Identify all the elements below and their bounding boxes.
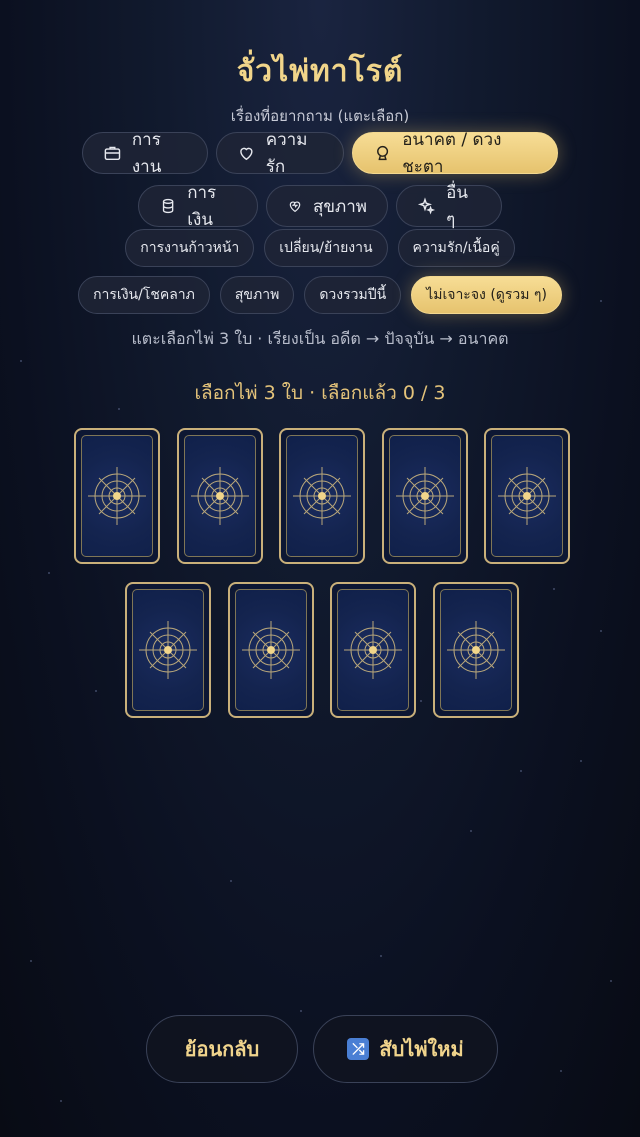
topic-health-button[interactable]: สุขภาพ [266,185,388,227]
star-dot [553,588,555,590]
tarot-card[interactable] [382,428,468,564]
topic-love-button[interactable]: ความรัก [216,130,344,177]
star-dot [230,880,232,882]
card-emblem-icon [242,621,300,679]
subtopic-love-soulmate[interactable]: ความรัก/เนื้อคู่ [397,229,515,267]
subtopic-change-job[interactable]: เปลี่ยน/ย้ายงาน [264,229,388,267]
tarot-card[interactable] [484,428,570,564]
topic-health-label: สุขภาพ [313,196,367,217]
briefcase-icon [104,146,121,160]
subtopic-label: ดวงรวมปีนี้ [319,287,387,303]
star-dot [560,1070,562,1072]
star-dot [30,960,32,962]
tarot-card[interactable] [228,582,314,718]
star-dot [48,572,50,574]
topic-prompt: เรื่องที่อยากถาม (แตะเลือก) [230,107,410,125]
star-dot [60,1100,62,1102]
star-dot [610,980,612,982]
page-title: จั่วไพ่ทาโรต์ [236,54,404,89]
star-dot [420,700,422,702]
back-button-label: ย้อนกลับ [184,1037,260,1061]
topic-future-label: อนาคต / ดวงชะตา [402,130,502,177]
topic-work-label: การงาน [131,130,162,177]
back-button[interactable]: ย้อนกลับ [146,1015,298,1083]
crystal-ball-icon [377,145,389,161]
topic-money-label: การเงิน [187,183,217,230]
subtopic-label: ความรัก/เนื้อคู่ [412,240,500,256]
topic-future-button[interactable]: อนาคต / ดวงชะตา [352,130,558,177]
subtopic-label: ไม่เจาะจง (ดูรวม ๆ) [426,287,547,303]
heart-pulse-icon [289,201,301,213]
topic-other-button[interactable]: อื่น ๆ [396,183,502,230]
topic-other-label: อื่น ๆ [446,183,468,230]
tarot-card[interactable] [433,582,519,718]
subtopic-money-luck[interactable]: การเงิน/โชคลาภ [78,276,210,314]
subtopic-label: การงานก้าวหน้า [140,240,240,256]
subtopic-label: เปลี่ยน/ย้ายงาน [279,240,373,256]
star-dot [300,1010,302,1012]
star-dot [380,955,382,957]
heart-icon [240,147,253,161]
card-emblem-icon [396,467,454,525]
star-dot [118,408,120,410]
tarot-card[interactable] [177,428,263,564]
topic-love-label: ความรัก [265,130,308,177]
tarot-card[interactable] [74,428,160,564]
card-emblem-icon [88,467,146,525]
subtopic-health[interactable]: สุขภาพ [219,276,295,314]
card-emblem-icon [191,467,249,525]
star-dot [520,770,522,772]
card-emblem-icon [447,621,505,679]
sparkles-icon [417,197,436,215]
tarot-card[interactable] [125,582,211,718]
topic-money-button[interactable]: การเงิน [138,183,258,230]
star-dot [20,360,22,362]
subtopic-label: สุขภาพ [234,287,280,303]
instruction-text: แตะเลือกไพ่ 3 ใบ · เรียงเป็น อดีต → ปัจจ… [131,329,509,348]
subtopic-yearly-overview[interactable]: ดวงรวมปีนี้ [304,276,402,314]
card-emblem-icon [498,467,556,525]
star-dot [470,830,472,832]
card-emblem-icon [139,621,197,679]
star-dot [600,630,602,632]
star-dot [580,760,582,762]
tarot-card[interactable] [330,582,416,718]
topic-work-button[interactable]: การงาน [82,130,208,177]
star-dot [95,690,97,692]
shuffle-button-label: สับไพ่ใหม่ [379,1037,464,1061]
subtopic-career-progress[interactable]: การงานก้าวหน้า [125,229,255,267]
subtopic-general[interactable]: ไม่เจาะจง (ดูรวม ๆ) [411,276,562,314]
shuffle-icon: ⤮ [347,1038,370,1060]
subtopic-label: การเงิน/โชคลาภ [93,287,195,303]
selection-counter: เลือกไพ่ 3 ใบ · เลือกแล้ว 0 / 3 [194,382,446,404]
shuffle-button[interactable]: ⤮ สับไพ่ใหม่ [313,1015,498,1083]
coins-icon [162,198,174,214]
tarot-card[interactable] [279,428,365,564]
card-emblem-icon [293,467,351,525]
card-emblem-icon [344,621,402,679]
